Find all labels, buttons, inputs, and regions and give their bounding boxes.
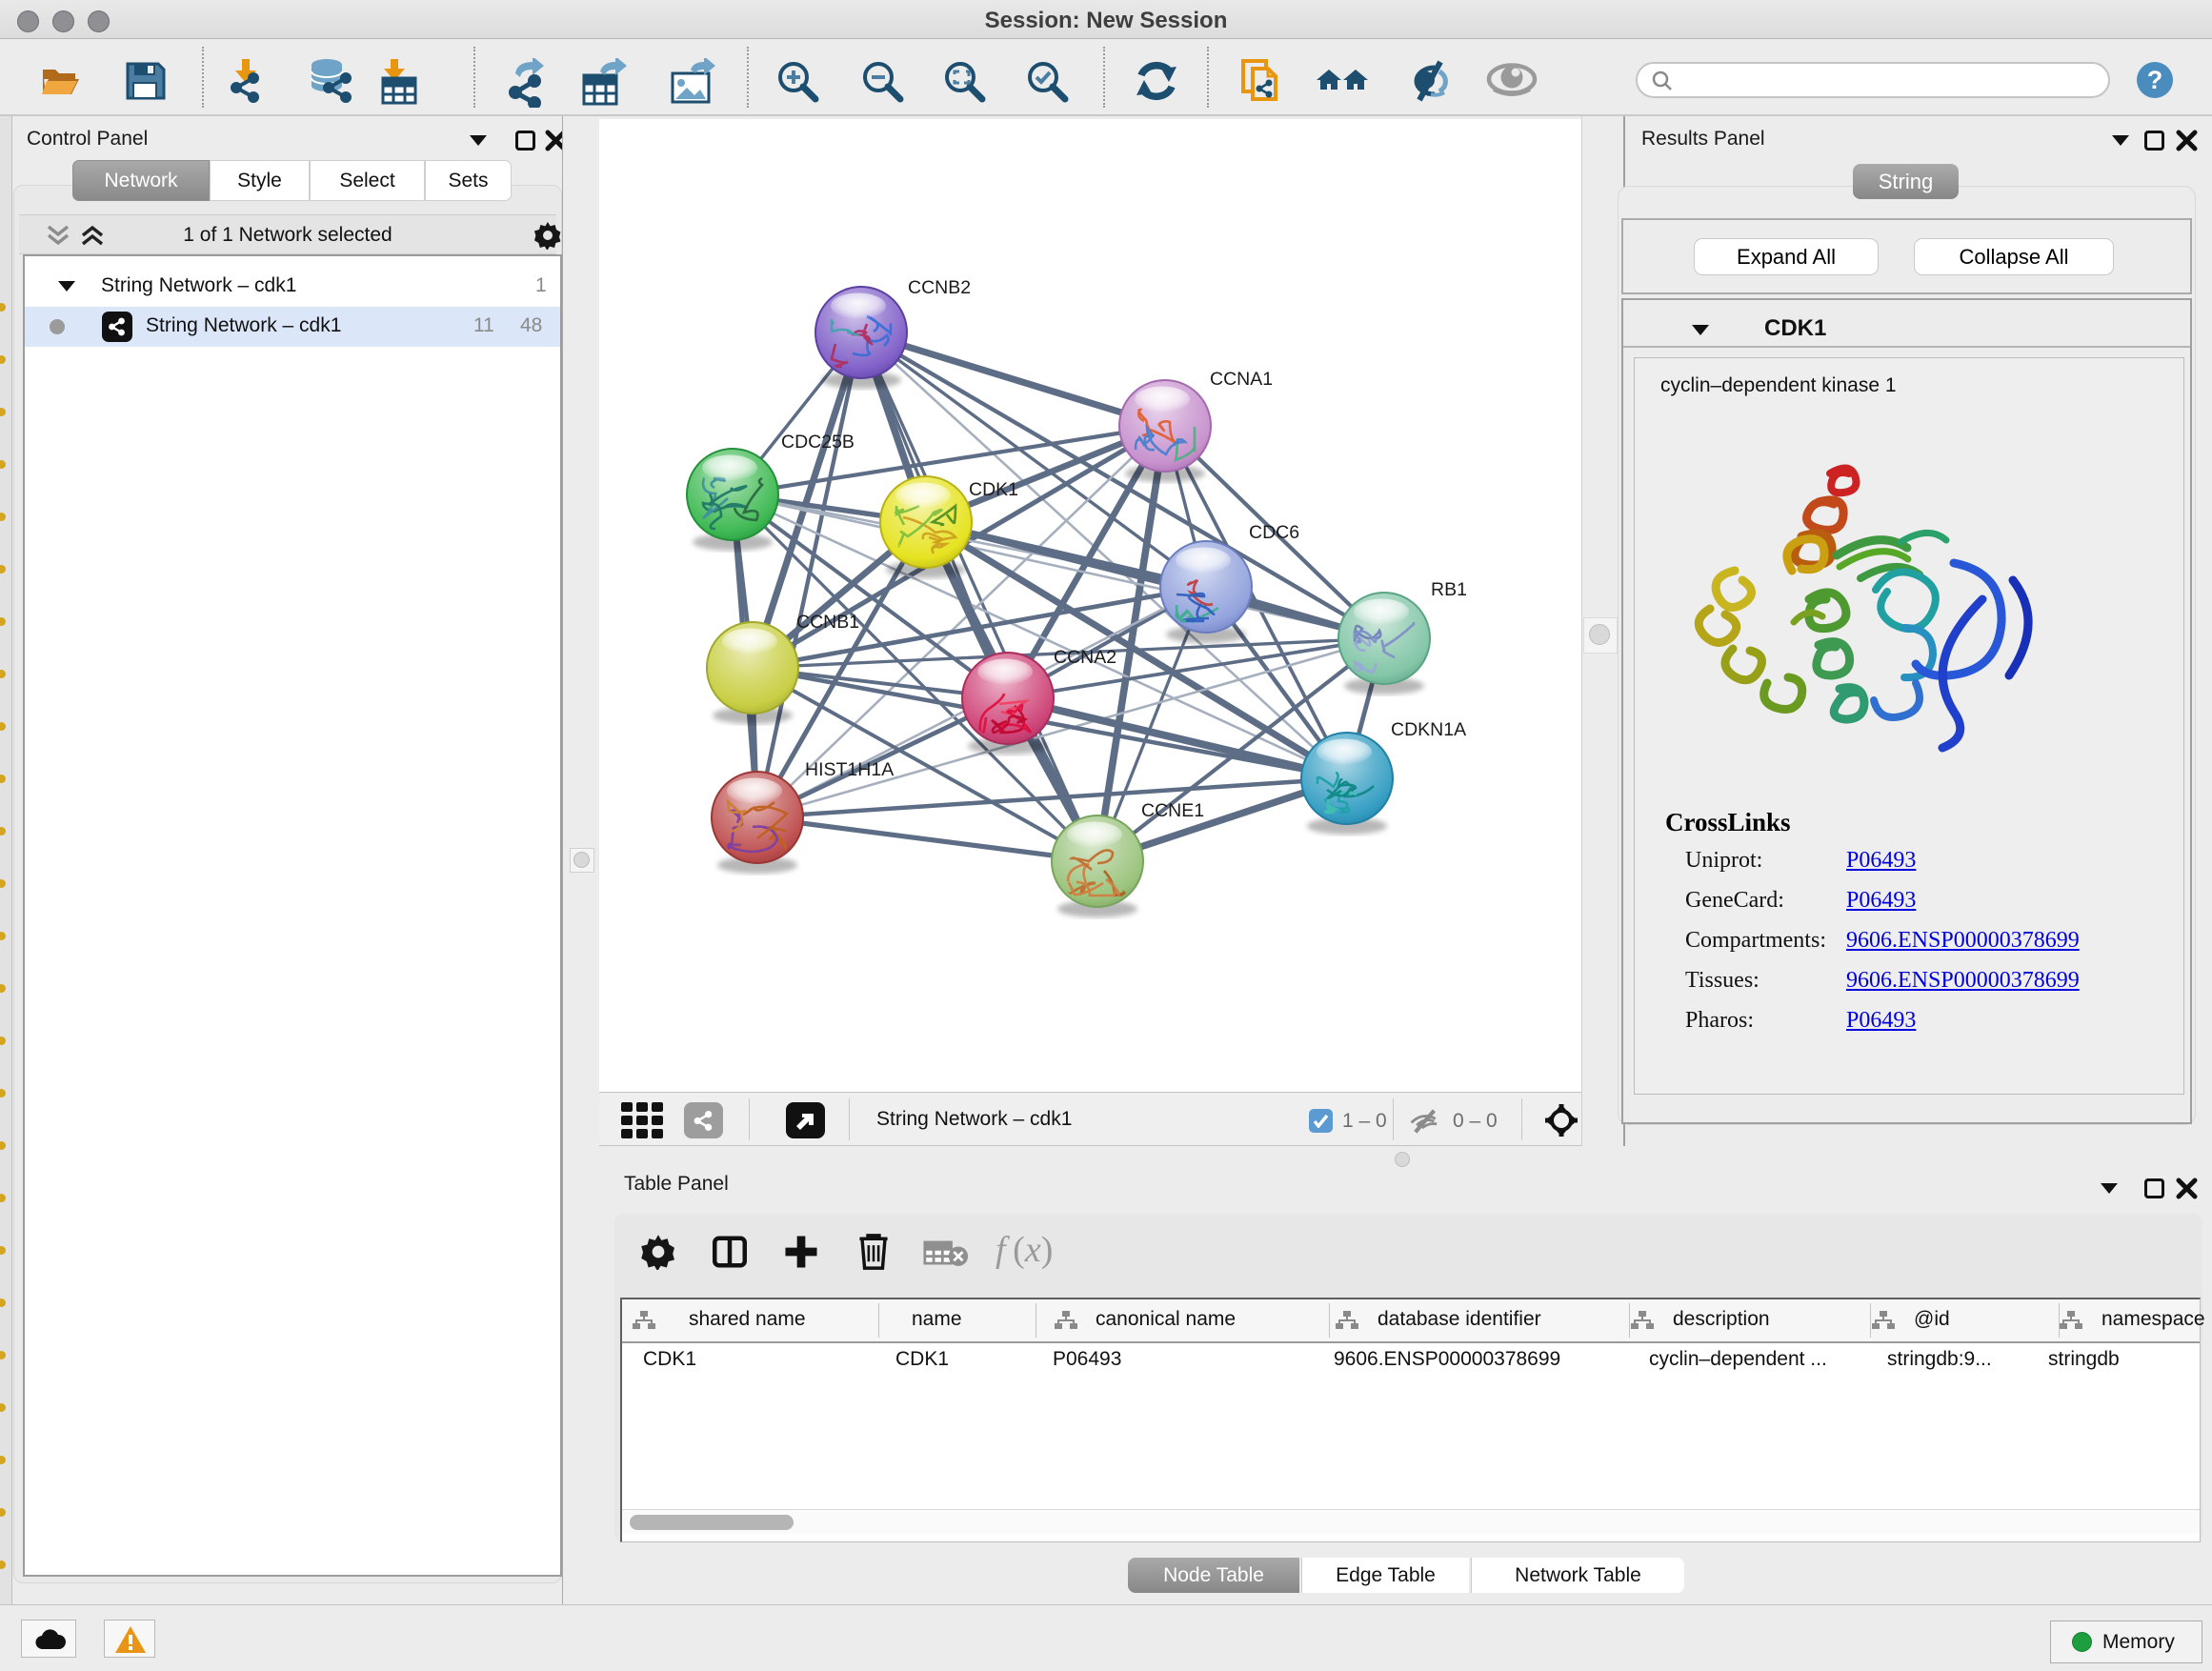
- svg-text:CCNB2: CCNB2: [908, 277, 971, 298]
- svg-text:CDKN1A: CDKN1A: [1391, 719, 1466, 740]
- svg-text:CDC6: CDC6: [1249, 522, 1299, 543]
- svg-text:RB1: RB1: [1431, 579, 1467, 600]
- svg-text:CCNA1: CCNA1: [1210, 369, 1273, 390]
- svg-text:CCNE1: CCNE1: [1141, 800, 1204, 821]
- svg-text:CCNA2: CCNA2: [1054, 647, 1116, 668]
- svg-text:CDK1: CDK1: [969, 479, 1018, 500]
- svg-text:CCNB1: CCNB1: [796, 612, 859, 633]
- svg-text:HIST1H1A: HIST1H1A: [805, 759, 894, 780]
- svg-text:CDC25B: CDC25B: [781, 432, 855, 453]
